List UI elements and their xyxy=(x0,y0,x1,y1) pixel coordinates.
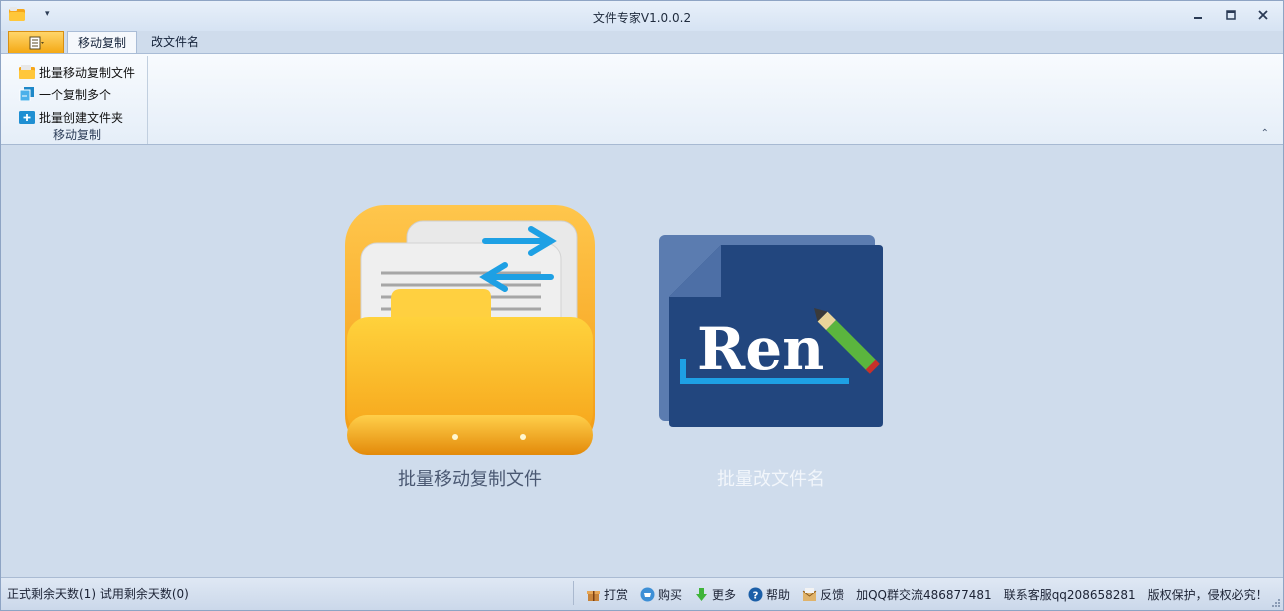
batch-move-copy-tile[interactable] xyxy=(345,205,595,457)
feedback-button[interactable]: 反馈 xyxy=(797,586,849,603)
ribbon-group-move-copy: 批量移动复制文件 一个复制多个 批量创建文件夹 移动复制 xyxy=(7,56,148,144)
maximize-icon xyxy=(1226,10,1236,20)
batch-rename-tile[interactable]: Ren xyxy=(659,233,885,429)
batch-create-folder-button[interactable]: 批量创建文件夹 xyxy=(19,107,123,127)
one-to-many-copy-button[interactable]: 一个复制多个 xyxy=(19,84,111,104)
ribbon-item-label: 批量创建文件夹 xyxy=(39,110,124,125)
tab-move-copy[interactable]: 移动复制 xyxy=(67,31,138,53)
close-button[interactable] xyxy=(1253,7,1273,23)
customer-service-text: 联系客服qq208658281 xyxy=(1003,587,1136,602)
help-button[interactable]: ? 帮助 xyxy=(743,586,795,603)
feedback-icon xyxy=(802,587,817,601)
batch-move-copy-button[interactable]: 批量移动复制文件 xyxy=(19,62,135,82)
ribbon-item-label: 批量移动复制文件 xyxy=(39,65,136,80)
app-window: ▾ 文件专家V1.0.0.2 移动复制 改文件名 批量移动复制文件 一个复制多个… xyxy=(0,0,1284,611)
collapse-ribbon-icon[interactable]: ⌃ xyxy=(1261,128,1269,139)
status-links: 打赏 购买 更多 ? 帮助 反馈 加QQ群交流486877481 联系客服qq2… xyxy=(581,582,1273,606)
reward-button[interactable]: 打赏 xyxy=(581,586,633,603)
ren-rename-icon: Ren xyxy=(659,235,883,427)
ribbon-group-label: 移动复制 xyxy=(52,128,101,142)
ribbon-tab-bar: 移动复制 改文件名 xyxy=(1,31,1283,53)
buy-button[interactable]: 购买 xyxy=(635,586,687,603)
ribbon-item-label: 一个复制多个 xyxy=(39,87,112,102)
copyright-text: 版权保护，侵权必究！ xyxy=(1147,587,1268,602)
title-bar: ▾ 文件专家V1.0.0.2 xyxy=(1,1,1283,31)
gift-icon xyxy=(587,590,600,601)
menu-icon xyxy=(29,36,44,49)
copy-multiple-icon xyxy=(19,87,34,101)
tile-label-batch-rename[interactable]: 批量改文件名 xyxy=(641,465,901,491)
tab-rename[interactable]: 改文件名 xyxy=(141,31,209,53)
license-days-text: 正式剩余天数(1) 试用剩余天数(0) xyxy=(7,587,189,601)
qq-group-text: 加QQ群交流486877481 xyxy=(856,587,992,602)
minimize-icon xyxy=(1194,17,1202,19)
tile-label-batch-move-copy[interactable]: 批量移动复制文件 xyxy=(340,465,600,491)
svg-text:?: ? xyxy=(753,590,759,601)
ribbon-panel: 批量移动复制文件 一个复制多个 批量创建文件夹 移动复制 ⌃ xyxy=(1,53,1283,145)
big-folder-move-icon xyxy=(345,205,595,455)
down-arrow-icon xyxy=(696,587,708,601)
more-button[interactable]: 更多 xyxy=(689,586,741,603)
folder-add-icon xyxy=(19,111,35,124)
help-icon: ? xyxy=(748,587,763,601)
maximize-button[interactable] xyxy=(1221,7,1241,23)
folder-move-icon xyxy=(19,65,35,79)
cart-icon xyxy=(640,587,655,601)
status-bar: 正式剩余天数(1) 试用剩余天数(0) 打赏 购买 更多 ? 帮助 反馈 加QQ… xyxy=(1,577,1283,610)
close-icon xyxy=(1258,10,1268,20)
ren-logo-text: Ren xyxy=(697,315,824,383)
main-area: 批量移动复制文件 Ren 批量改文件名 xyxy=(1,145,1283,577)
resize-grip-icon[interactable] xyxy=(1271,598,1281,608)
window-title: 文件专家V1.0.0.2 xyxy=(592,11,692,25)
file-menu-button[interactable] xyxy=(8,31,64,53)
minimize-button[interactable] xyxy=(1188,7,1208,23)
status-divider xyxy=(573,581,574,605)
